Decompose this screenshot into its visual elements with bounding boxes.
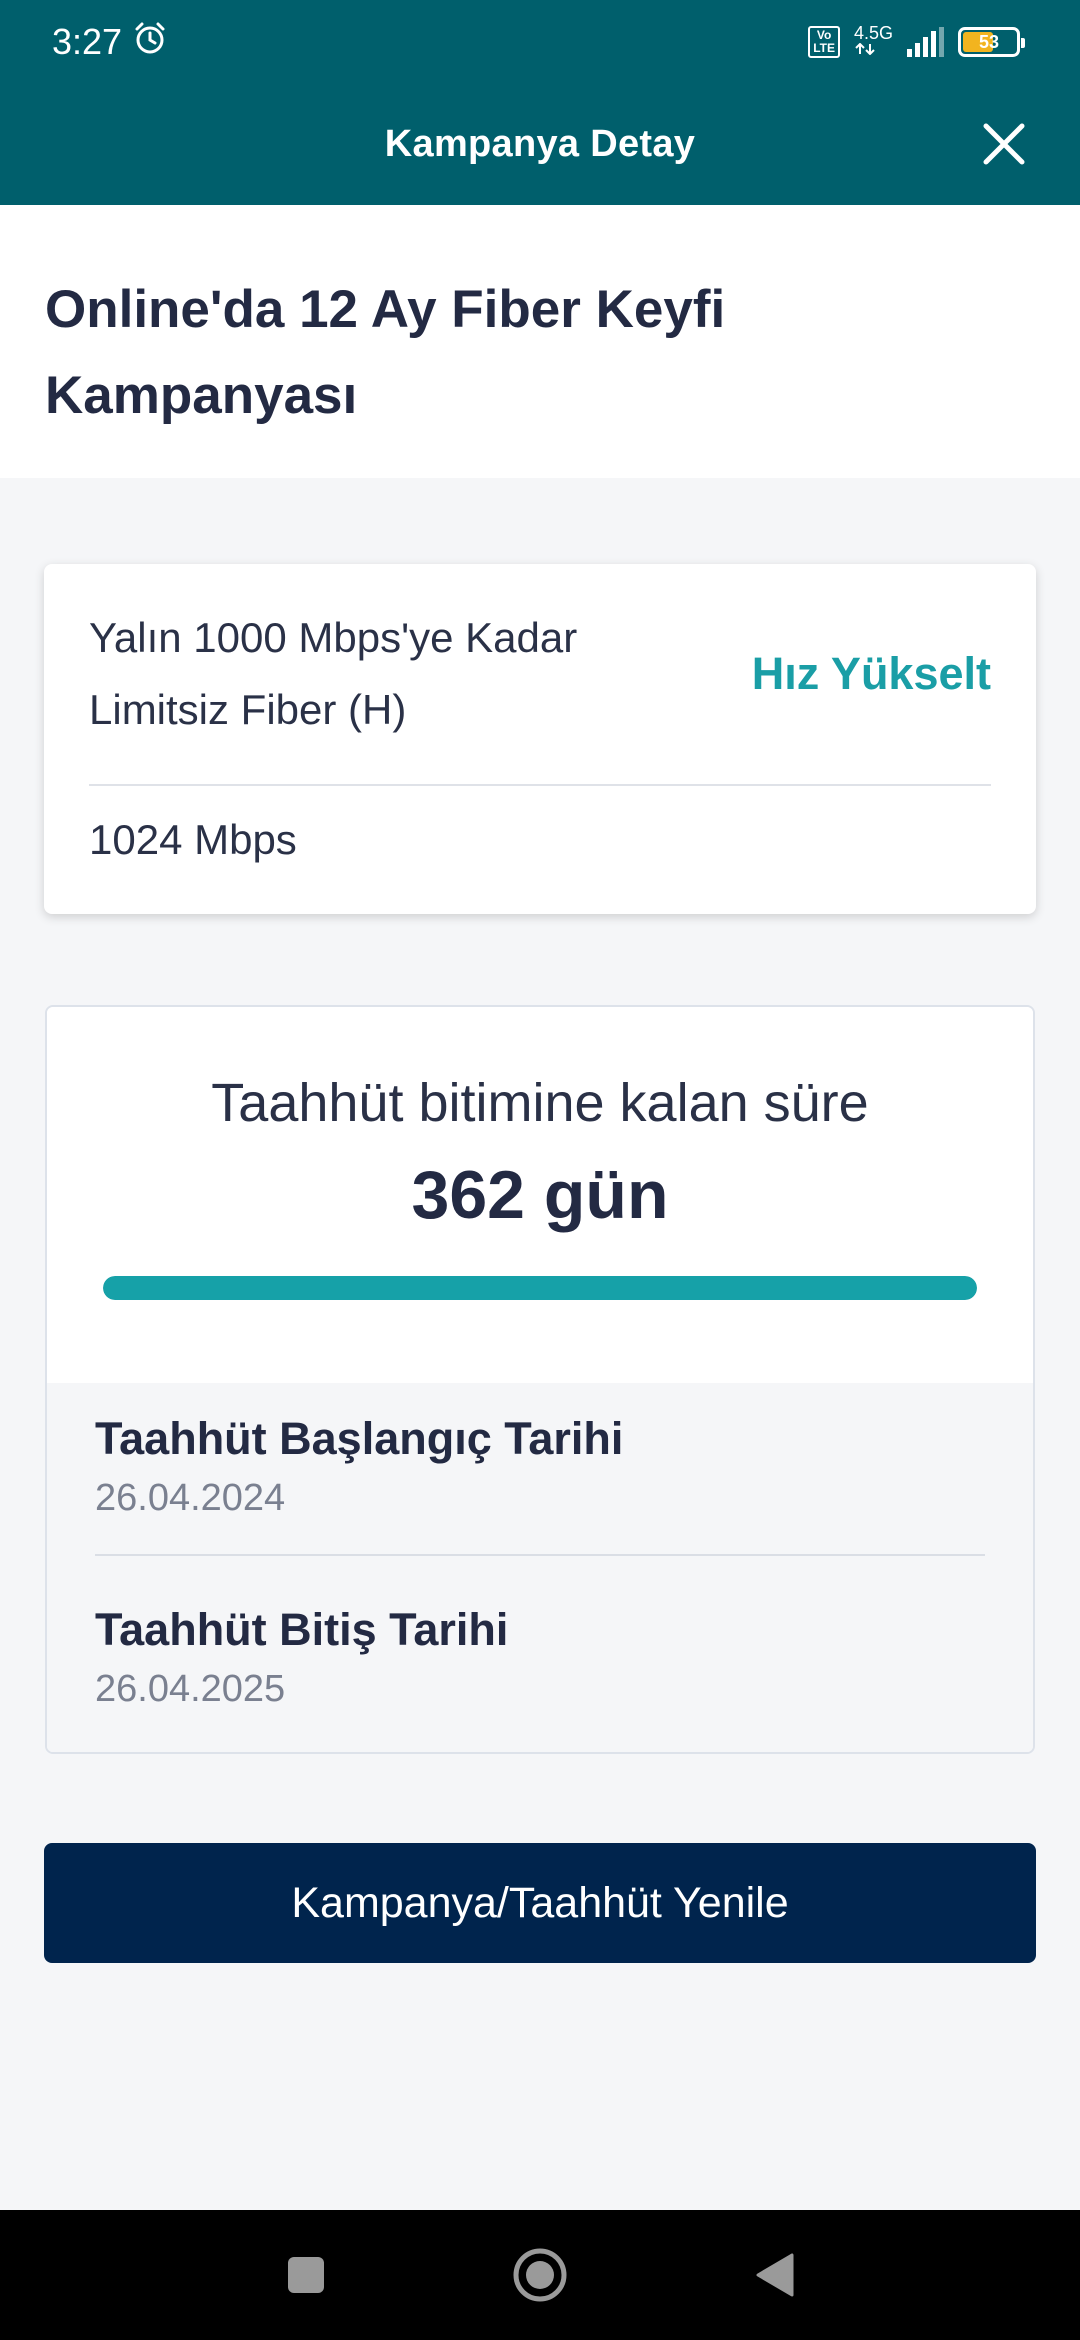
recents-icon <box>288 2257 324 2293</box>
volte-bottom-label: LTE <box>813 41 835 55</box>
back-button[interactable] <box>742 2243 806 2307</box>
renew-campaign-button[interactable]: Kampanya/Taahhüt Yenile <box>44 1843 1036 1963</box>
commitment-dates: Taahhüt Başlangıç Tarihi 26.04.2024 Taah… <box>47 1383 1033 1752</box>
speed-card-header: Yalın 1000 Mbps'ye Kadar Limitsiz Fiber … <box>89 564 991 786</box>
volte-icon: Vo LTE <box>808 26 840 58</box>
battery-icon: 53 <box>958 27 1025 57</box>
campaign-title: Online'da 12 Ay Fiber Keyfi Kampanyası <box>45 280 726 425</box>
remaining-time-value: 362 gün <box>411 1157 669 1233</box>
status-time: 3:27 <box>52 21 123 62</box>
app-bar: Kampanya Detay <box>0 84 1080 205</box>
start-date-label: Taahhüt Başlangıç Tarihi <box>95 1413 624 1464</box>
end-date-row: Taahhüt Bitiş Tarihi 26.04.2025 <box>95 1554 985 1725</box>
speed-value: 1024 Mbps <box>89 816 297 863</box>
commitment-card: Taahhüt bitimine kalan süre 362 gün Taah… <box>45 1005 1035 1754</box>
remaining-time-label: Taahhüt bitimine kalan süre <box>211 1073 869 1133</box>
recents-button[interactable] <box>274 2243 338 2307</box>
commitment-summary: Taahhüt bitimine kalan süre 362 gün <box>47 1007 1033 1383</box>
campaign-title-section: Online'da 12 Ay Fiber Keyfi Kampanyası <box>0 205 1080 478</box>
close-icon <box>983 123 1025 165</box>
alarm-icon <box>132 20 168 65</box>
start-date-value: 26.04.2024 <box>95 1477 286 1519</box>
home-button[interactable] <box>508 2243 572 2307</box>
network-type: 4.5G <box>853 23 893 43</box>
commitment-progress-bar <box>103 1276 977 1300</box>
speed-card: Yalın 1000 Mbps'ye Kadar Limitsiz Fiber … <box>44 564 1036 914</box>
package-name: Yalın 1000 Mbps'ye Kadar Limitsiz Fiber … <box>89 614 578 733</box>
data-arrows-icon <box>855 42 875 56</box>
close-button[interactable] <box>970 110 1038 178</box>
status-bar: 3:27 Vo LTE 4.5G 53 <box>0 0 1080 84</box>
back-icon <box>756 2253 794 2297</box>
end-date-value: 26.04.2025 <box>95 1668 286 1710</box>
signal-strength-icon <box>907 27 944 57</box>
status-right: Vo LTE 4.5G 53 <box>808 24 1025 60</box>
speed-upgrade-link[interactable]: Hız Yükselt <box>752 648 991 700</box>
end-date-label: Taahhüt Bitiş Tarihi <box>95 1604 509 1655</box>
start-date-row: Taahhüt Başlangıç Tarihi 26.04.2024 <box>95 1383 985 1554</box>
status-left: 3:27 <box>52 20 168 65</box>
home-icon <box>513 2248 567 2302</box>
system-nav-bar <box>0 2210 1080 2340</box>
page-title: Kampanya Detay <box>384 123 696 165</box>
network-indicator: 4.5G <box>854 24 893 60</box>
commitment-progress-fill <box>103 1276 977 1300</box>
battery-percent: 53 <box>978 31 1000 52</box>
